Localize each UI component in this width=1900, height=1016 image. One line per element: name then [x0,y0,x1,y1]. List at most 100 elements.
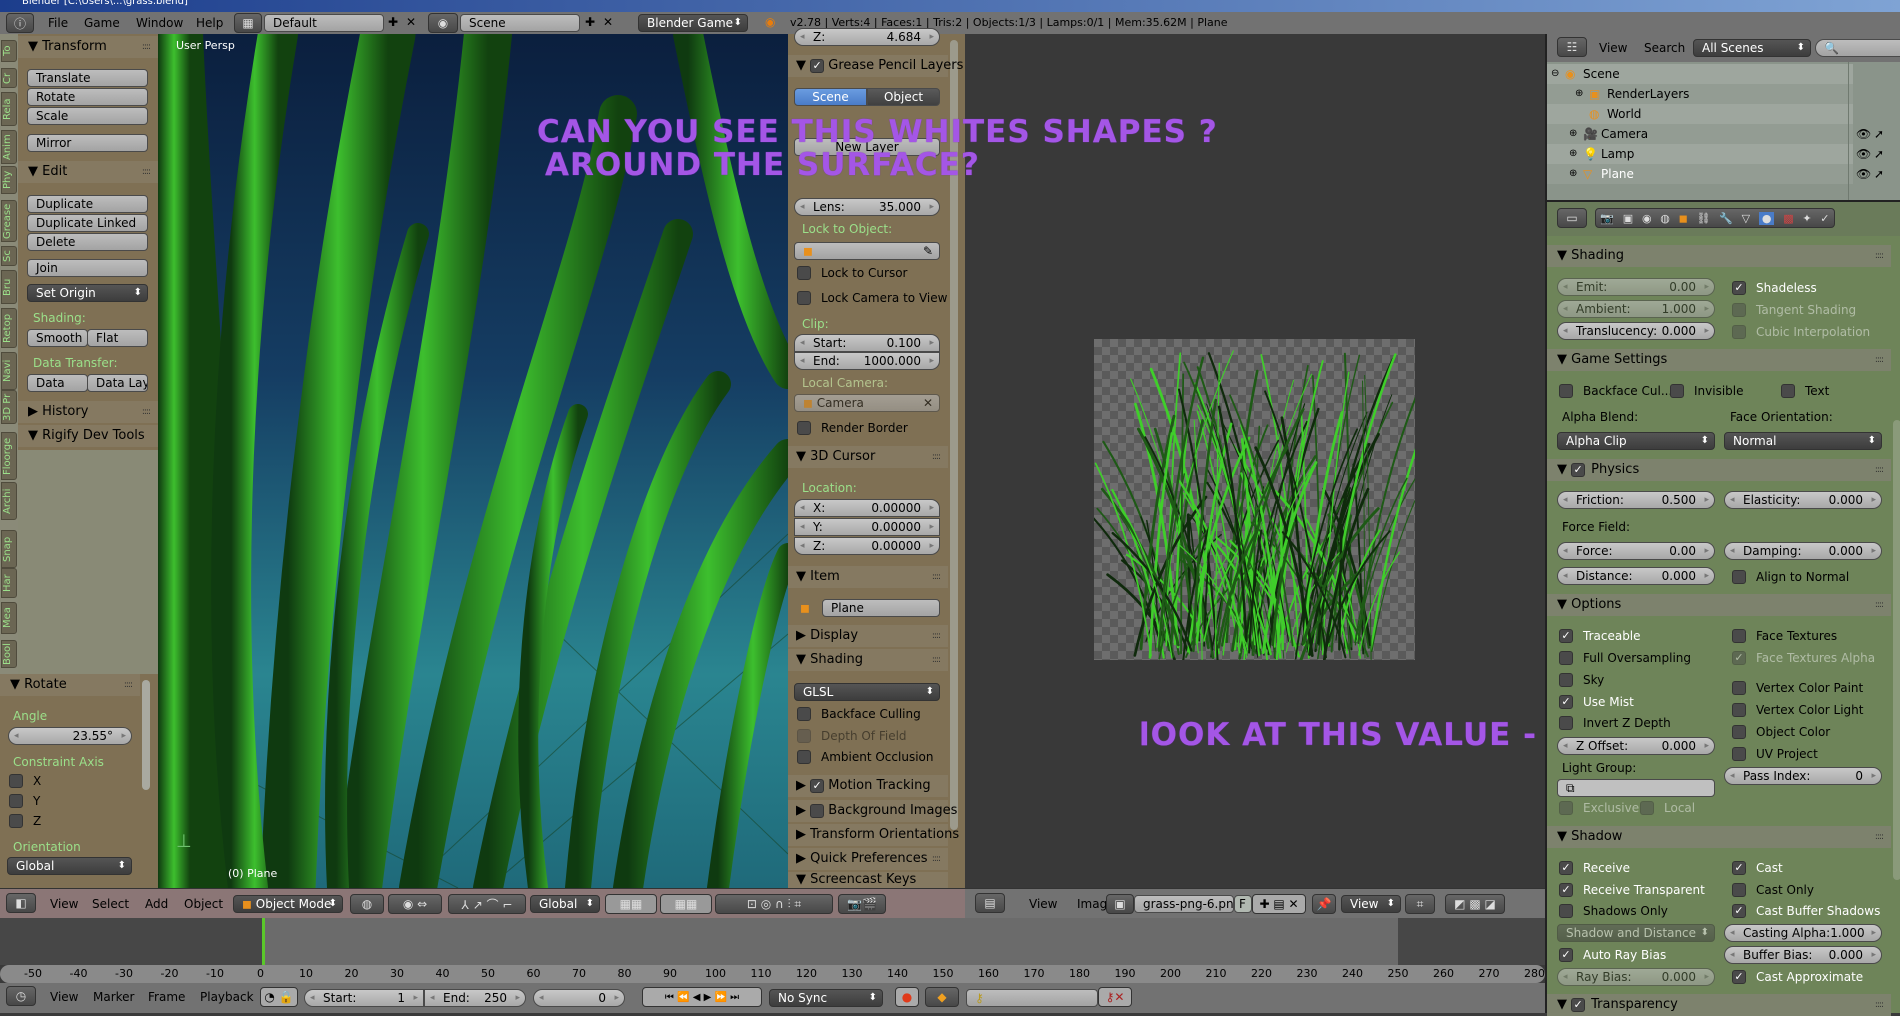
shadows-only-checkbox[interactable]: Shadows Only [1559,903,1668,919]
damping-field[interactable]: Damping: 0.000 [1724,542,1882,560]
panel-shading[interactable]: ▼ Shading:::: [1547,245,1891,267]
invert-z-depth-checkbox[interactable]: Invert Z Depth [1559,715,1671,731]
tool-shelf-scrollbar[interactable] [142,680,150,790]
material-tab-icon[interactable]: ● [1758,211,1775,225]
tool-tab-to[interactable]: To [1,40,17,62]
expand-icon[interactable]: ⊕ [1575,86,1583,102]
mirror-button[interactable]: Mirror [27,134,148,152]
face-orientation-select[interactable]: Normal [1724,432,1882,450]
receive-checkbox[interactable]: Receive [1559,860,1630,876]
panel-quick-preferences[interactable]: ▶ Quick Preferences:::: [788,848,948,870]
cast-only-checkbox[interactable]: Cast Only [1732,882,1814,898]
smooth-button[interactable]: Smooth [27,329,88,347]
render-icons[interactable]: 📷🎬 [838,894,886,914]
lens-field[interactable]: Lens: 35.000 [794,198,940,216]
z-offset-field[interactable]: Z Offset: 0.000 [1557,737,1715,755]
viewport-shading-icon[interactable]: ◍ [350,894,384,914]
panel-transform-orientations[interactable]: ▶ Transform Orientations [788,824,959,846]
add-scene-icon[interactable]: ✚ [585,14,595,30]
panel-background-images[interactable]: ▶ Background Images [788,800,957,822]
fake-user-button[interactable]: F [1234,895,1252,913]
menu-view[interactable]: View [1599,40,1627,56]
checkbox[interactable] [1559,651,1573,665]
vertex-color-paint-checkbox[interactable]: Vertex Color Paint [1732,680,1863,696]
panel-physics[interactable]: ▼ Physics:::: [1547,459,1891,481]
visibility-eye-icon[interactable]: 👁 [1856,166,1871,182]
face-textures-checkbox[interactable]: Face Textures [1732,628,1837,644]
transform-orientation-select[interactable]: Global [530,895,600,913]
editor-type-icon[interactable]: ▤ [975,893,1005,913]
cast-buffer-shadows-checkbox[interactable]: Cast Buffer Shadows [1732,903,1880,919]
scene-select[interactable]: Scene [460,14,580,32]
visibility-eye-icon[interactable]: 👁 [1856,126,1871,142]
menu-add[interactable]: Add [145,896,168,912]
checkbox[interactable] [1559,629,1573,643]
axis-y-checkbox[interactable]: Y [9,793,40,809]
editor-type-icon[interactable]: ◧ [6,893,36,913]
object-mode-select[interactable]: ◼ Object Mode [233,895,343,913]
alpha-blend-select[interactable]: Alpha Clip [1557,432,1715,450]
delete-scene-icon[interactable]: ✕ [603,14,613,30]
data-tab-icon[interactable]: ▽ [1742,212,1750,225]
object-color-checkbox[interactable]: Object Color [1732,724,1830,740]
duplicate-button[interactable]: Duplicate [27,195,148,213]
outliner-item-scene[interactable]: ⊖ ◉ Scene [1547,64,1853,84]
panel-display[interactable]: ▶ Display:::: [788,625,948,647]
outliner-item-plane[interactable]: ⊕ ▽ Plane [1547,164,1853,184]
grease-pencil-checkbox[interactable] [810,58,825,73]
view-mode-select[interactable]: View [1341,895,1401,913]
tab-object[interactable]: Object [867,88,940,106]
add-layout-icon[interactable]: ✚ [388,14,398,30]
checkbox[interactable] [1559,716,1573,730]
preview-range-icon[interactable]: ◔ 🔒 [260,987,298,1007]
menu-help[interactable]: Help [196,15,223,31]
menu-object[interactable]: Object [184,896,223,912]
checkbox[interactable] [1640,801,1654,815]
receive-transparent-checkbox[interactable]: Receive Transparent [1559,882,1705,898]
expand-icon[interactable]: ⊖ [1551,66,1559,82]
checkbox[interactable] [1559,801,1573,815]
background-images-checkbox[interactable] [810,803,825,818]
light-group-field[interactable]: ⧉ [1557,779,1715,797]
menu-view[interactable]: View [50,896,78,912]
invisible-checkbox[interactable]: Invisible [1670,383,1744,399]
panel-operator-rotate[interactable]: ▼ Rotate:::: [0,674,140,696]
panel-transparency-checkbox[interactable] [1571,997,1586,1012]
checkbox[interactable] [1732,681,1746,695]
tool-tab-rela[interactable]: Rela [1,92,17,126]
local-checkbox[interactable]: Local [1640,800,1695,816]
checkbox[interactable] [1732,703,1746,717]
emit-field[interactable]: Emit: 0.00 [1557,278,1715,296]
join-button[interactable]: Join [27,259,148,277]
tool-tab-anim[interactable]: Anim [1,130,17,164]
buffer-bias-field[interactable]: Buffer Bias: 0.000 [1724,946,1882,964]
rotate-button[interactable]: Rotate [27,88,148,106]
object-tab-icon[interactable]: ◼ [1679,212,1688,225]
context-tabs[interactable]: 📷 ▣ ◉ ◍ ◼ ⛓ 🔧 ▽ ● ▩ ✦ ✓ [1595,208,1835,228]
cursor-y-field[interactable]: Y: 0.00000 [794,518,940,536]
keying-set-field[interactable]: ⚷ [966,989,1098,1007]
properties-scrollbar[interactable] [1893,420,1900,880]
data-layout-button[interactable]: Data Layo [87,374,148,392]
outliner-item-renderlayers[interactable]: ⊕ ▣ RenderLayers [1547,84,1853,104]
editor-type-icon[interactable]: ◷ [6,986,36,1006]
motion-tracking-checkbox[interactable] [810,778,825,793]
panel-screencast-keys[interactable]: ▼ Screencast Keys [788,872,948,888]
translate-button[interactable]: Translate [27,69,148,87]
tool-tab-bru[interactable]: Bru [1,270,17,304]
tab-scene[interactable]: Scene [794,88,867,106]
checkbox[interactable] [1781,384,1795,398]
image-actions-icons[interactable]: ✚ ▤ ✕ [1252,894,1306,914]
elasticity-field[interactable]: Elasticity: 0.000 [1724,491,1882,509]
visibility-eye-icon[interactable]: 👁 [1856,146,1871,162]
uv-project-checkbox[interactable]: UV Project [1732,746,1818,762]
timeline[interactable] [0,918,1545,965]
set-origin-select[interactable]: Set Origin [27,284,148,302]
clip-start-field[interactable]: Start: 0.100 [794,334,940,352]
casting-alpha-field[interactable]: Casting Alpha:1.000 [1724,924,1882,942]
texture-tab-icon[interactable]: ▩ [1783,212,1793,225]
scale-button[interactable]: Scale [27,107,148,125]
shadeless-checkbox[interactable]: Shadeless [1732,280,1817,296]
outliner-item-lamp[interactable]: ⊕ 💡 Lamp [1547,144,1853,164]
playback-controls[interactable]: ⏮ ⏪ ◀ ▶ ⏩ ⏭ [642,987,762,1007]
